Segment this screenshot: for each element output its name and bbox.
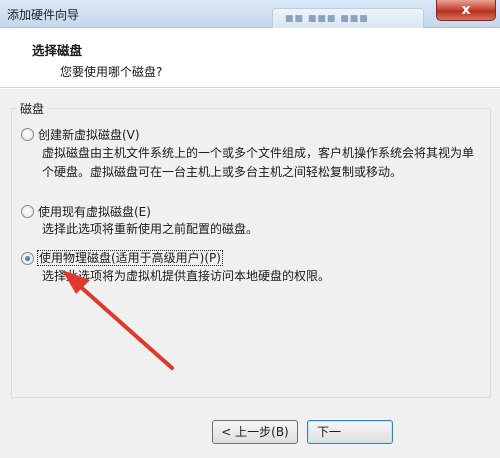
use-physical-disk-label-text: 使用物理磁盘(适用于高级用户)(P) [37,250,223,266]
create-new-disk-description: 虚拟磁盘由主机文件系统上的一个或多个文件组成，客户机操作系统会将其视为单 个硬盘… [42,144,474,182]
background-window-tab[interactable]: ■■ ■■■ ■■■ [272,8,424,28]
use-existing-disk-label[interactable]: 使用现有虚拟磁盘(E) [38,203,151,220]
next-button[interactable]: 下一 [307,420,393,444]
use-existing-disk-desc-line-1: 选择此选项将重新使用之前配置的磁盘。 [42,222,259,236]
title-bar: 添加硬件向导 ■■ ■■■ ■■■ x [0,0,500,28]
use-existing-disk-description: 选择此选项将重新使用之前配置的磁盘。 [42,220,258,239]
window-title: 添加硬件向导 [7,8,80,22]
back-button[interactable]: < 上一步(B) [212,420,298,444]
use-physical-disk-desc-line-1: 选择此选项将为虚拟机提供直接访问本地硬盘的权限。 [42,269,331,283]
wizard-header: 选择磁盘 您要使用哪个磁盘? [0,28,500,88]
close-button[interactable]: x [436,0,496,21]
create-new-disk-radio[interactable] [21,128,34,141]
disk-group-label: 磁盘 [17,100,48,117]
use-existing-disk-radio[interactable] [21,205,34,218]
create-new-disk-desc-line-1: 虚拟磁盘由主机文件系统上的一个或多个文件组成，客户机操作系统会将其视为单 [42,146,475,160]
create-new-disk-desc-line-2: 个硬盘。虚拟磁盘可在一台主机上或多台主机之间轻松复制或移动。 [42,165,403,179]
use-physical-disk-radio[interactable] [21,252,34,265]
page-title: 选择磁盘 [32,43,83,58]
use-physical-disk-description: 选择此选项将为虚拟机提供直接访问本地硬盘的权限。 [42,267,330,286]
use-physical-disk-label[interactable]: 使用物理磁盘(适用于高级用户)(P) [37,249,223,266]
page-subtitle: 您要使用哪个磁盘? [60,65,163,79]
create-new-disk-label[interactable]: 创建新虚拟磁盘(V) [38,126,140,143]
background-window-tab-label: ■■ ■■■ ■■■ [285,14,369,24]
